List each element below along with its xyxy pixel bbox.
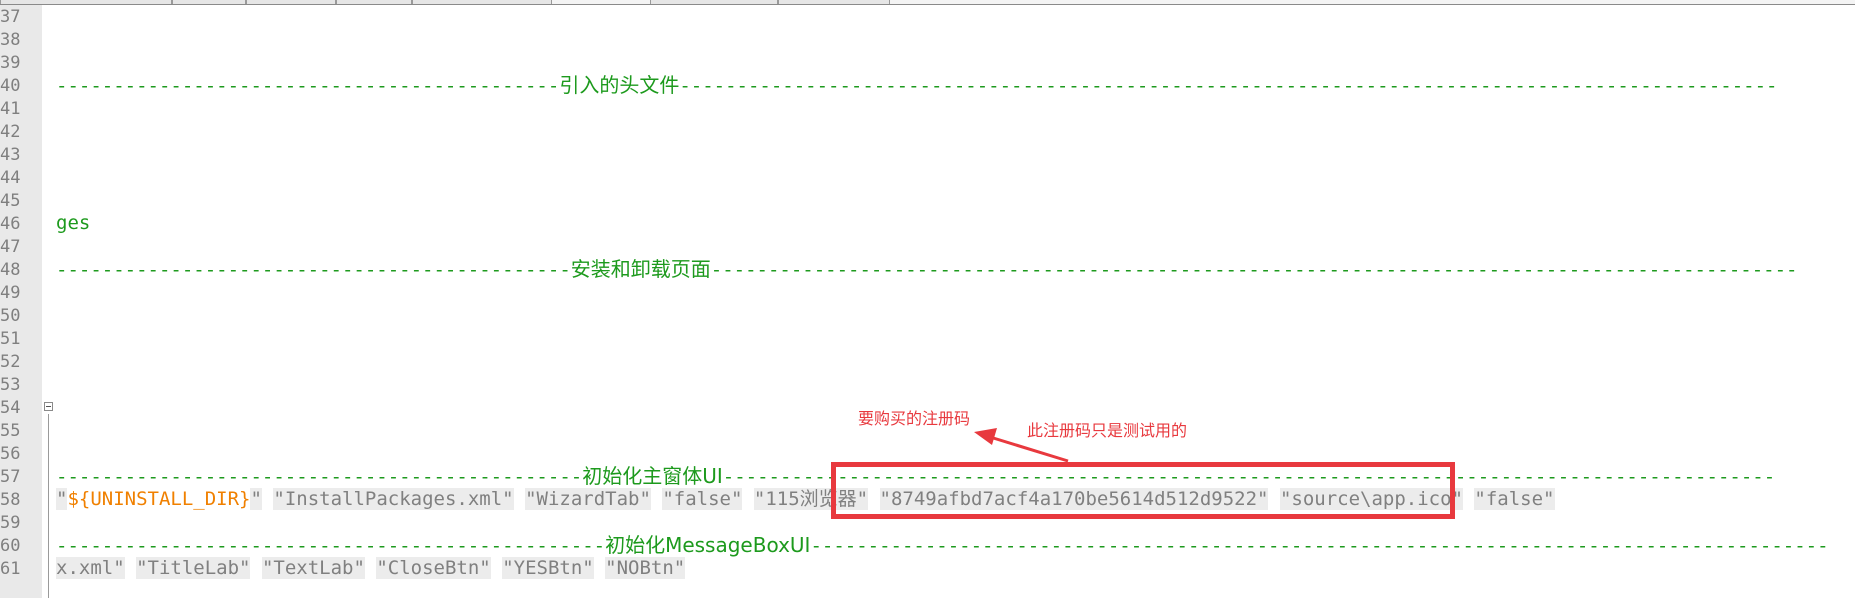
annotation-arrow (974, 428, 1069, 463)
arrow-shaft (989, 435, 1069, 463)
arrow-head (974, 428, 997, 445)
